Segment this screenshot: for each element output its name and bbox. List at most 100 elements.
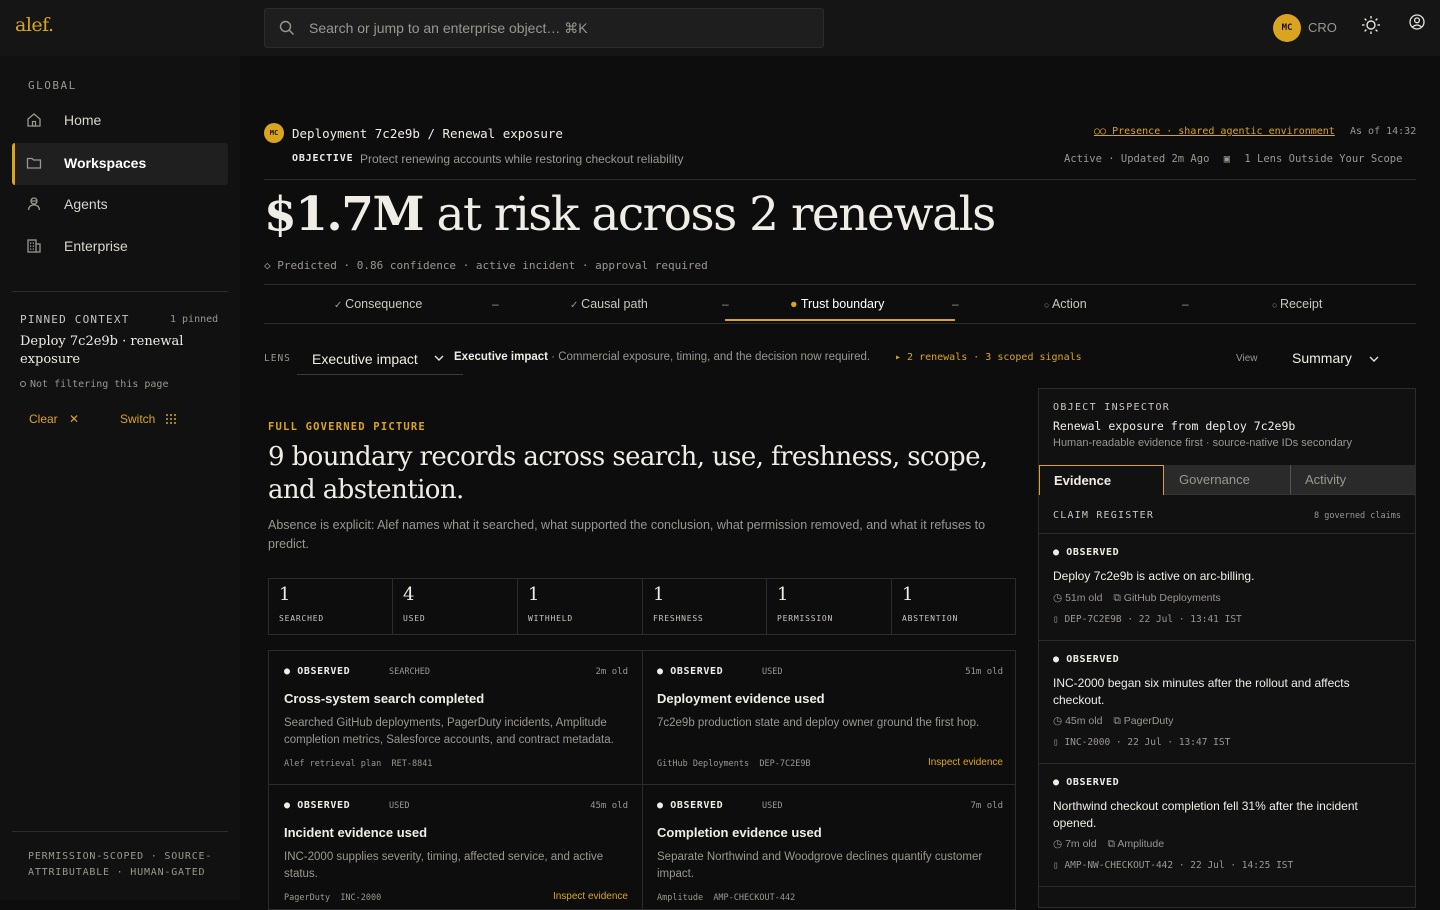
sun-icon[interactable] — [1361, 15, 1381, 35]
claim-ref-text: AMP-NW-CHECKOUT-442 · 22 Jul · 14:25 IST — [1064, 860, 1294, 871]
presence-link[interactable]: ○○ Presence · shared agentic environment — [1094, 126, 1335, 137]
step-trust-boundary[interactable]: ● Trust boundary — [790, 297, 884, 311]
headline-meta: ◇ Predicted · 0.86 confidence · active i… — [264, 259, 708, 272]
state-dot-icon: ● — [1053, 654, 1067, 665]
sidebar-section-label: GLOBAL — [28, 79, 77, 92]
avatar[interactable]: MC — [1273, 14, 1301, 42]
chevron-down-icon — [1369, 356, 1379, 362]
scope-label[interactable]: 1 Lens Outside Your Scope — [1244, 153, 1402, 165]
stat-label: WITHHELD — [528, 614, 573, 623]
step-causal-path[interactable]: ✓ Causal path — [570, 297, 648, 311]
status-dot-icon — [20, 381, 26, 387]
clock-icon: ◷ — [1053, 715, 1066, 727]
claim-item[interactable]: ● OBSERVED INC-2000 began six minutes af… — [1039, 641, 1415, 763]
boundary-card[interactable]: ● OBSERVED USED 51m old Deployment evide… — [643, 651, 1015, 784]
claim-item[interactable]: ● OBSERVED Northwind checkout completion… — [1039, 764, 1415, 886]
pinned-status: Not filtering this page — [20, 379, 168, 390]
stat-value: 4 — [403, 584, 415, 605]
boundary-card[interactable]: ● OBSERVED USED 7m old Completion eviden… — [643, 785, 1015, 909]
picture-eyebrow: FULL GOVERNED PICTURE — [268, 421, 426, 433]
card-source-id: INC-2000 — [340, 893, 382, 903]
tab-activity[interactable]: Activity — [1290, 465, 1415, 495]
object-inspector: OBJECT INSPECTOR Renewal exposure from d… — [1038, 388, 1416, 908]
step-separator: – — [722, 297, 729, 311]
search-icon — [279, 20, 294, 35]
lens-desc-text: · Commercial exposure, timing, and the d… — [551, 351, 871, 363]
picture-description: Absence is explicit: Alef names what it … — [268, 518, 986, 551]
clear-button[interactable]: Clear ✕ — [29, 412, 79, 426]
search-input[interactable]: Search or jump to an enterprise object… … — [309, 20, 588, 37]
stat-label: SEARCHED — [279, 614, 324, 623]
main-content: MC Deployment 7c2e9b / Renewal exposure … — [240, 56, 1440, 910]
breadcrumb[interactable]: Deployment 7c2e9b / Renewal exposure — [292, 126, 563, 141]
clock-icon: ◷ — [1053, 592, 1066, 604]
card-state: ● OBSERVED — [284, 666, 350, 677]
owner-avatar: MC — [264, 123, 284, 143]
boundary-card[interactable]: ● OBSERVED USED 45m old Incident evidenc… — [269, 785, 642, 909]
switch-label: Switch — [120, 412, 156, 426]
active-dot-icon: ● — [790, 297, 801, 311]
claim-item[interactable]: ● OBSERVED Deploy 7c2e9b is active on ar… — [1039, 534, 1415, 640]
step-action[interactable]: ○ Action — [1044, 297, 1087, 311]
boundary-cards: ● OBSERVED SEARCHED 2m old Cross-system … — [268, 650, 1016, 910]
objective-text: Protect renewing accounts while restorin… — [360, 152, 684, 166]
card-source-id: AMP-CHECKOUT-442 — [713, 893, 796, 903]
agent-icon — [27, 197, 41, 211]
signals-link[interactable]: ▸ 2 renewals · 3 scoped signals — [895, 352, 1082, 363]
step-label: Consequence — [345, 297, 423, 311]
stat-abstention[interactable]: 1 ABSTENTION — [892, 579, 1015, 634]
inspect-evidence-link[interactable]: Inspect evidence — [928, 757, 1003, 768]
claim-text: Northwind checkout completion fell 31% a… — [1053, 799, 1358, 830]
sidebar-item-workspaces[interactable]: Workspaces — [12, 143, 228, 185]
chevron-down-icon — [434, 355, 444, 361]
card-state-text: OBSERVED — [670, 666, 724, 677]
claim-meta: ◷ 51m old ⧉ GitHub Deployments — [1053, 592, 1221, 605]
building-icon — [27, 239, 41, 253]
tab-evidence[interactable]: Evidence — [1039, 465, 1164, 495]
claim-register-count: 8 governed claims — [1314, 511, 1401, 521]
claim-meta: ◷ 45m old ⧉ PagerDuty — [1053, 715, 1173, 728]
sidebar-footer: PERMISSION-SCOPED · SOURCE-ATTRIBUTABLE … — [28, 851, 213, 878]
view-select[interactable]: Summary — [1292, 350, 1388, 370]
card-kind: SEARCHED — [389, 667, 430, 677]
card-source-name: Alef retrieval plan — [284, 759, 382, 769]
tab-governance[interactable]: Governance — [1164, 465, 1290, 495]
stat-searched[interactable]: 1 SEARCHED — [269, 579, 393, 634]
switch-button[interactable]: Switch — [120, 412, 177, 426]
stat-permission[interactable]: 1 PERMISSION — [767, 579, 892, 634]
user-circle-icon[interactable] — [1409, 14, 1425, 30]
state-dot-icon: ● — [657, 800, 671, 811]
stat-freshness[interactable]: 1 FRESHNESS — [643, 579, 767, 634]
pinned-status-text: Not filtering this page — [30, 379, 169, 390]
sidebar-item-agents[interactable]: Agents — [12, 184, 228, 226]
lens-select[interactable]: Executive impact — [297, 344, 463, 375]
status-text: Active · Updated 2m Ago ▣ 1 Lens Outside… — [1064, 153, 1402, 165]
stat-used[interactable]: 4 USED — [393, 579, 518, 634]
sidebar-item-enterprise[interactable]: Enterprise — [12, 226, 228, 268]
card-source: PagerDuty INC-2000 — [284, 893, 381, 903]
card-source: Amplitude AMP-CHECKOUT-442 — [657, 893, 795, 903]
status-label: Active · Updated 2m Ago — [1064, 153, 1210, 165]
tab-label: Activity — [1305, 472, 1347, 487]
claim-state-text: OBSERVED — [1066, 777, 1120, 788]
inspect-evidence-link[interactable]: Inspect evidence — [553, 891, 628, 902]
step-consequence[interactable]: ✓ Consequence — [334, 297, 422, 311]
card-title: Incident evidence used — [284, 825, 428, 840]
presence-text: Presence · shared agentic environment — [1112, 126, 1335, 137]
state-dot-icon: ● — [1053, 777, 1067, 788]
step-label: Receipt — [1279, 297, 1323, 311]
pinned-context-title[interactable]: Deploy 7c2e9b · renewal exposure — [20, 333, 210, 369]
app-logo[interactable]: alef. — [15, 14, 54, 36]
global-search[interactable]: Search or jump to an enterprise object… … — [264, 8, 824, 48]
stat-withheld[interactable]: 1 WITHHELD — [518, 579, 643, 634]
step-receipt[interactable]: ○ Receipt — [1272, 297, 1322, 311]
view-select-value: Summary — [1292, 350, 1352, 366]
sidebar-item-home[interactable]: Home — [12, 100, 228, 142]
boundary-card[interactable]: ● OBSERVED SEARCHED 2m old Cross-system … — [269, 651, 642, 784]
presence-icon: ○○ — [1094, 126, 1113, 137]
state-dot-icon: ● — [657, 666, 671, 677]
headline: $1.7M at risk across 2 renewals — [264, 187, 996, 242]
card-age: 45m old — [590, 801, 628, 811]
state-dot-icon: ● — [284, 666, 298, 677]
source-icon: ⧉ — [1107, 838, 1118, 850]
